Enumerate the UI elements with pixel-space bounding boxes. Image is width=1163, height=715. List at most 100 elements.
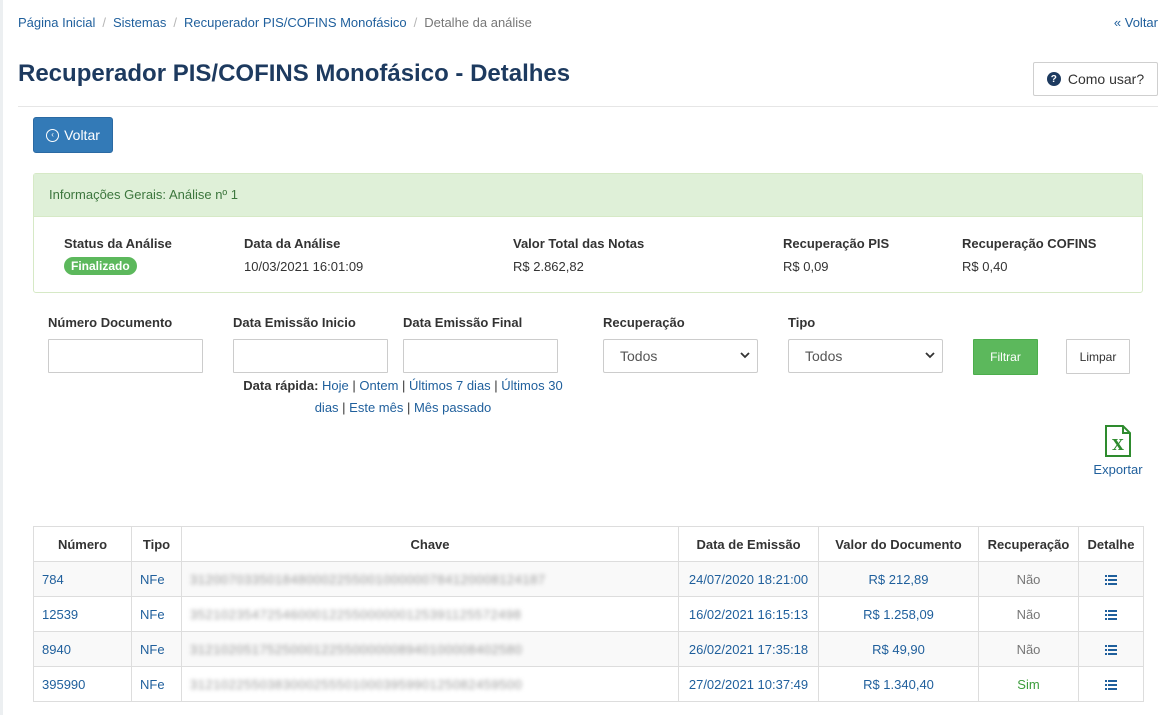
top-back-link[interactable]: « Voltar — [1114, 15, 1158, 30]
excel-file-icon: X — [1105, 425, 1131, 457]
analysis-date-label: Data da Análise — [244, 236, 341, 251]
title-divider — [18, 106, 1158, 107]
row-data: 16/02/2021 16:15:13 — [688, 606, 809, 622]
row-valor: R$ 49,90 — [872, 641, 925, 657]
tipo-select-value: Todos — [805, 348, 843, 364]
table-header-row: Número Tipo Chave Data de Emissão Valor … — [33, 526, 1144, 562]
table-row: 395990 NFe 31210225503830002555010003959… — [33, 666, 1144, 702]
row-numero[interactable]: 12539 — [42, 607, 78, 622]
svg-text:X: X — [1112, 436, 1124, 454]
left-edge-bar — [0, 0, 3, 715]
arrow-circle-left-icon: ‹ — [46, 128, 60, 142]
row-recuperacao: Sim — [1017, 676, 1040, 692]
export-label: Exportar — [1093, 462, 1143, 477]
date-column: Data da Análise 10/03/2021 16:01:09 — [244, 236, 363, 274]
row-recuperacao: Não — [1016, 641, 1041, 657]
status-badge: Finalizado — [64, 257, 137, 275]
row-tipo: NFe — [140, 676, 165, 692]
tipo-select[interactable]: Todos — [788, 339, 943, 373]
row-recuperacao: Não — [1016, 606, 1041, 622]
quick-link-7-dias[interactable]: Últimos 7 dias — [409, 378, 491, 393]
row-recuperacao: Não — [1016, 571, 1041, 587]
row-numero[interactable]: 8940 — [42, 642, 71, 657]
cofins-label: Recuperação COFINS — [962, 236, 1097, 251]
breadcrumb: Página Inicial / Sistemas / Recuperador PIS/… — [18, 15, 532, 30]
header-data-emissao[interactable]: Data de Emissão — [678, 526, 819, 562]
quick-link-este-mes[interactable]: Este mês — [349, 400, 403, 415]
pis-column: Recuperação PIS R$ 0,09 — [783, 236, 889, 274]
breadcrumb-separator: / — [413, 15, 418, 30]
cofins-value: R$ 0,40 — [962, 259, 1008, 274]
row-chave-redacted: 3521023547254600012255000000125391125572… — [190, 606, 522, 622]
header-chave[interactable]: Chave — [181, 526, 679, 562]
cofins-column: Recuperação COFINS R$ 0,40 — [962, 236, 1096, 274]
row-numero[interactable]: 395990 — [42, 677, 85, 692]
list-detail-icon[interactable] — [1105, 575, 1117, 586]
row-tipo: NFe — [140, 641, 165, 657]
export-link[interactable]: X Exportar — [1088, 425, 1148, 477]
chevron-down-icon — [925, 352, 935, 359]
breadcrumb-home[interactable]: Página Inicial — [18, 15, 95, 30]
row-chave-redacted: 3121022550383000255501000395990125082459… — [190, 676, 523, 692]
data-final-input[interactable] — [403, 339, 558, 373]
numero-label: Número Documento — [48, 315, 173, 330]
list-detail-icon[interactable] — [1105, 645, 1117, 656]
quick-date-label: Data rápida: — [243, 378, 319, 393]
recuperacao-select-value: Todos — [620, 348, 658, 364]
back-button[interactable]: ‹ Voltar — [33, 117, 113, 153]
status-label: Status da Análise — [64, 236, 172, 251]
quick-link-ontem[interactable]: Ontem — [359, 378, 398, 393]
panel-heading: Informações Gerais: Análise nº 1 — [34, 174, 1142, 217]
data-final-label: Data Emissão Final — [403, 315, 523, 330]
top-back-label: Voltar — [1124, 15, 1158, 30]
row-data: 24/07/2020 18:21:00 — [688, 571, 809, 587]
numero-input[interactable] — [48, 339, 203, 373]
header-tipo[interactable]: Tipo — [131, 526, 182, 562]
pis-value: R$ 0,09 — [783, 259, 829, 274]
row-chave-redacted: 3121020517525000122550000008940100008402… — [190, 641, 523, 657]
quick-link-mes-passado[interactable]: Mês passado — [414, 400, 491, 415]
list-detail-icon[interactable] — [1105, 680, 1117, 691]
row-tipo: NFe — [140, 571, 165, 587]
data-inicio-input[interactable] — [233, 339, 388, 373]
total-value: R$ 2.862,82 — [513, 259, 584, 274]
header-numero[interactable]: Número — [33, 526, 132, 562]
breadcrumb-separator: / — [173, 15, 178, 30]
row-chave-redacted: 3120070335018480002255001000000784120008… — [190, 571, 546, 587]
chevron-down-icon — [740, 352, 750, 359]
total-column: Valor Total das Notas R$ 2.862,82 — [513, 236, 644, 274]
total-value-label: Valor Total das Notas — [513, 236, 645, 251]
double-chevron-left-icon: « — [1113, 15, 1122, 30]
status-column: Status da Análise Finalizado — [64, 236, 172, 275]
row-data: 26/02/2021 17:35:18 — [688, 641, 809, 657]
table-row: 12539 NFe 352102354725460001225500000012… — [33, 596, 1144, 632]
table-row: 8940 NFe 3121020517525000122550000008940… — [33, 631, 1144, 667]
question-circle-icon: ? — [1046, 72, 1061, 86]
recuperacao-select[interactable]: Todos — [603, 339, 758, 373]
row-valor: R$ 212,89 — [868, 571, 929, 587]
filter-button[interactable]: Filtrar — [973, 339, 1038, 375]
header-recuperacao[interactable]: Recuperação — [978, 526, 1079, 562]
quick-link-hoje[interactable]: Hoje — [322, 378, 349, 393]
help-button[interactable]: ? Como usar? — [1033, 62, 1158, 96]
clear-button[interactable]: Limpar — [1066, 339, 1130, 374]
table-row: 784 NFe 31200703350184800022550010000007… — [33, 561, 1144, 597]
analysis-date-value: 10/03/2021 16:01:09 — [244, 259, 364, 274]
breadcrumb-sistemas[interactable]: Sistemas — [113, 15, 166, 30]
breadcrumb-recuperador[interactable]: Recuperador PIS/COFINS Monofásico — [184, 15, 407, 30]
header-valor[interactable]: Valor do Documento — [818, 526, 979, 562]
row-valor: R$ 1.258,09 — [863, 606, 934, 622]
list-detail-icon[interactable] — [1105, 610, 1117, 621]
data-inicio-label: Data Emissão Inicio — [233, 315, 356, 330]
page-title: Recuperador PIS/COFINS Monofásico - Deta… — [18, 60, 571, 87]
back-button-label: Voltar — [64, 127, 100, 143]
help-button-label: Como usar? — [1067, 71, 1145, 87]
breadcrumb-separator: / — [102, 15, 106, 30]
row-tipo: NFe — [140, 606, 165, 622]
breadcrumb-current: Detalhe da análise — [424, 15, 532, 30]
quick-date-links: Data rápida: Hoje | Ontem | Últimos 7 di… — [243, 378, 563, 415]
row-numero[interactable]: 784 — [42, 572, 64, 587]
row-valor: R$ 1.340,40 — [863, 676, 934, 692]
tipo-label: Tipo — [788, 315, 816, 330]
documents-table: Número Tipo Chave Data de Emissão Valor … — [33, 526, 1144, 702]
